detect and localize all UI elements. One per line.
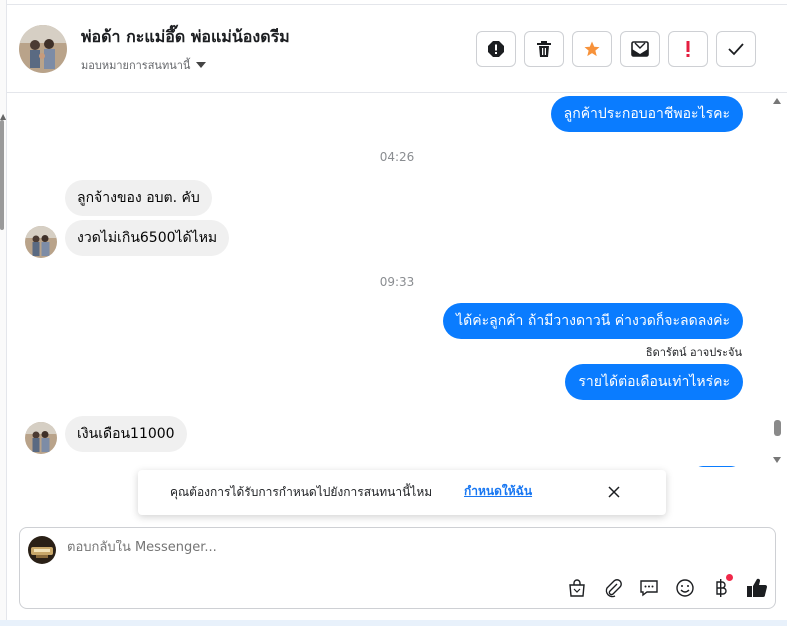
left-scrollbar[interactable]: ▲	[0, 0, 7, 626]
trash-icon	[537, 41, 551, 57]
delete-button[interactable]	[524, 31, 564, 67]
thread-scrollbar[interactable]	[766, 94, 787, 467]
message-thread[interactable]: ลูกค้าประกอบอาชีพอะไรคะ 04:26 ลูกจ้างของ…	[7, 94, 787, 467]
assign-label: มอบหมายการสนทนานี้	[81, 59, 191, 72]
emoji-button[interactable]	[671, 574, 699, 602]
incoming-message[interactable]: ลูกจ้างของ อบต. คับ	[65, 180, 212, 216]
incoming-message[interactable]: เงินเดือน11000	[65, 416, 187, 452]
scroll-thumb[interactable]	[774, 420, 781, 436]
header-actions	[476, 31, 756, 67]
thumbs-up-icon	[747, 578, 767, 597]
assign-conversation-dropdown[interactable]: มอบหมายการสนทนานี้	[81, 56, 207, 74]
attachment-icon	[605, 579, 622, 598]
attach-button[interactable]	[599, 574, 627, 602]
page-avatar	[28, 536, 56, 564]
shop-button[interactable]	[563, 574, 591, 602]
conversation-header: พ่อด้า กะแม่อึ๊ด พ่อแม่น้องดรีม มอบหมายก…	[7, 5, 787, 93]
contact-name[interactable]: พ่อด้า กะแม่อึ๊ด พ่อแม่น้องดรีม	[81, 25, 290, 50]
mark-unread-button[interactable]	[620, 31, 660, 67]
star-button[interactable]	[572, 31, 612, 67]
follow-up-icon	[686, 41, 690, 57]
outgoing-message-partial[interactable]	[693, 466, 741, 467]
emoji-icon	[676, 579, 694, 597]
contact-avatar[interactable]	[19, 25, 67, 73]
spam-icon	[488, 41, 504, 57]
left-scroll-thumb[interactable]	[0, 120, 4, 230]
bottom-strip	[0, 620, 787, 626]
composer-tools	[563, 574, 771, 602]
done-check-icon	[728, 43, 744, 56]
star-icon	[584, 41, 600, 57]
outgoing-message[interactable]: ได้ค่ะลูกค้า ถ้ามีวางดาวนี ค่างวดก็จะลดล…	[443, 303, 743, 339]
timestamp: 09:33	[379, 275, 415, 289]
baht-payment-icon	[716, 579, 727, 597]
reply-input[interactable]	[67, 540, 587, 555]
sender-avatar[interactable]	[25, 422, 57, 454]
mark-spam-button[interactable]	[476, 31, 516, 67]
close-banner-button[interactable]	[604, 482, 624, 502]
payment-button[interactable]	[707, 574, 735, 602]
like-button[interactable]	[743, 574, 771, 602]
reply-composer	[19, 527, 776, 609]
outgoing-message[interactable]: ลูกค้าประกอบอาชีพอะไรคะ	[550, 96, 743, 132]
scroll-up-icon[interactable]	[773, 98, 781, 104]
sender-name: ธิดารัตน์ อาจประจัน	[645, 346, 742, 359]
shopping-bag-icon	[569, 579, 585, 597]
close-icon	[608, 486, 620, 498]
incoming-message[interactable]: งวดไม่เกิน6500ได้ไหม	[65, 220, 230, 256]
saved-reply-button[interactable]	[635, 574, 663, 602]
chevron-down-icon	[196, 62, 207, 68]
sender-avatar[interactable]	[25, 226, 57, 258]
notification-dot	[726, 574, 733, 581]
assign-prompt-text: คุณต้องการได้รับการกำหนดไปยังการสนทนานี้…	[170, 485, 433, 499]
assign-to-me-link[interactable]: กำหนดให้ฉัน	[464, 482, 532, 501]
timestamp: 04:26	[379, 150, 415, 164]
assign-prompt-banner: คุณต้องการได้รับการกำหนดไปยังการสนทนานี้…	[138, 470, 666, 515]
mark-unread-icon	[631, 41, 649, 57]
messenger-inbox-panel: ▲ พ่อด้า กะแม่อึ๊ด พ่อแม่น้องดรีม มอบหมา…	[0, 0, 787, 626]
outgoing-message[interactable]: รายได้ต่อเดือนเท่าไหร่คะ	[565, 364, 743, 400]
scroll-down-icon[interactable]	[773, 457, 781, 463]
follow-up-button[interactable]	[668, 31, 708, 67]
saved-reply-icon	[640, 580, 658, 597]
mark-done-button[interactable]	[716, 31, 756, 67]
